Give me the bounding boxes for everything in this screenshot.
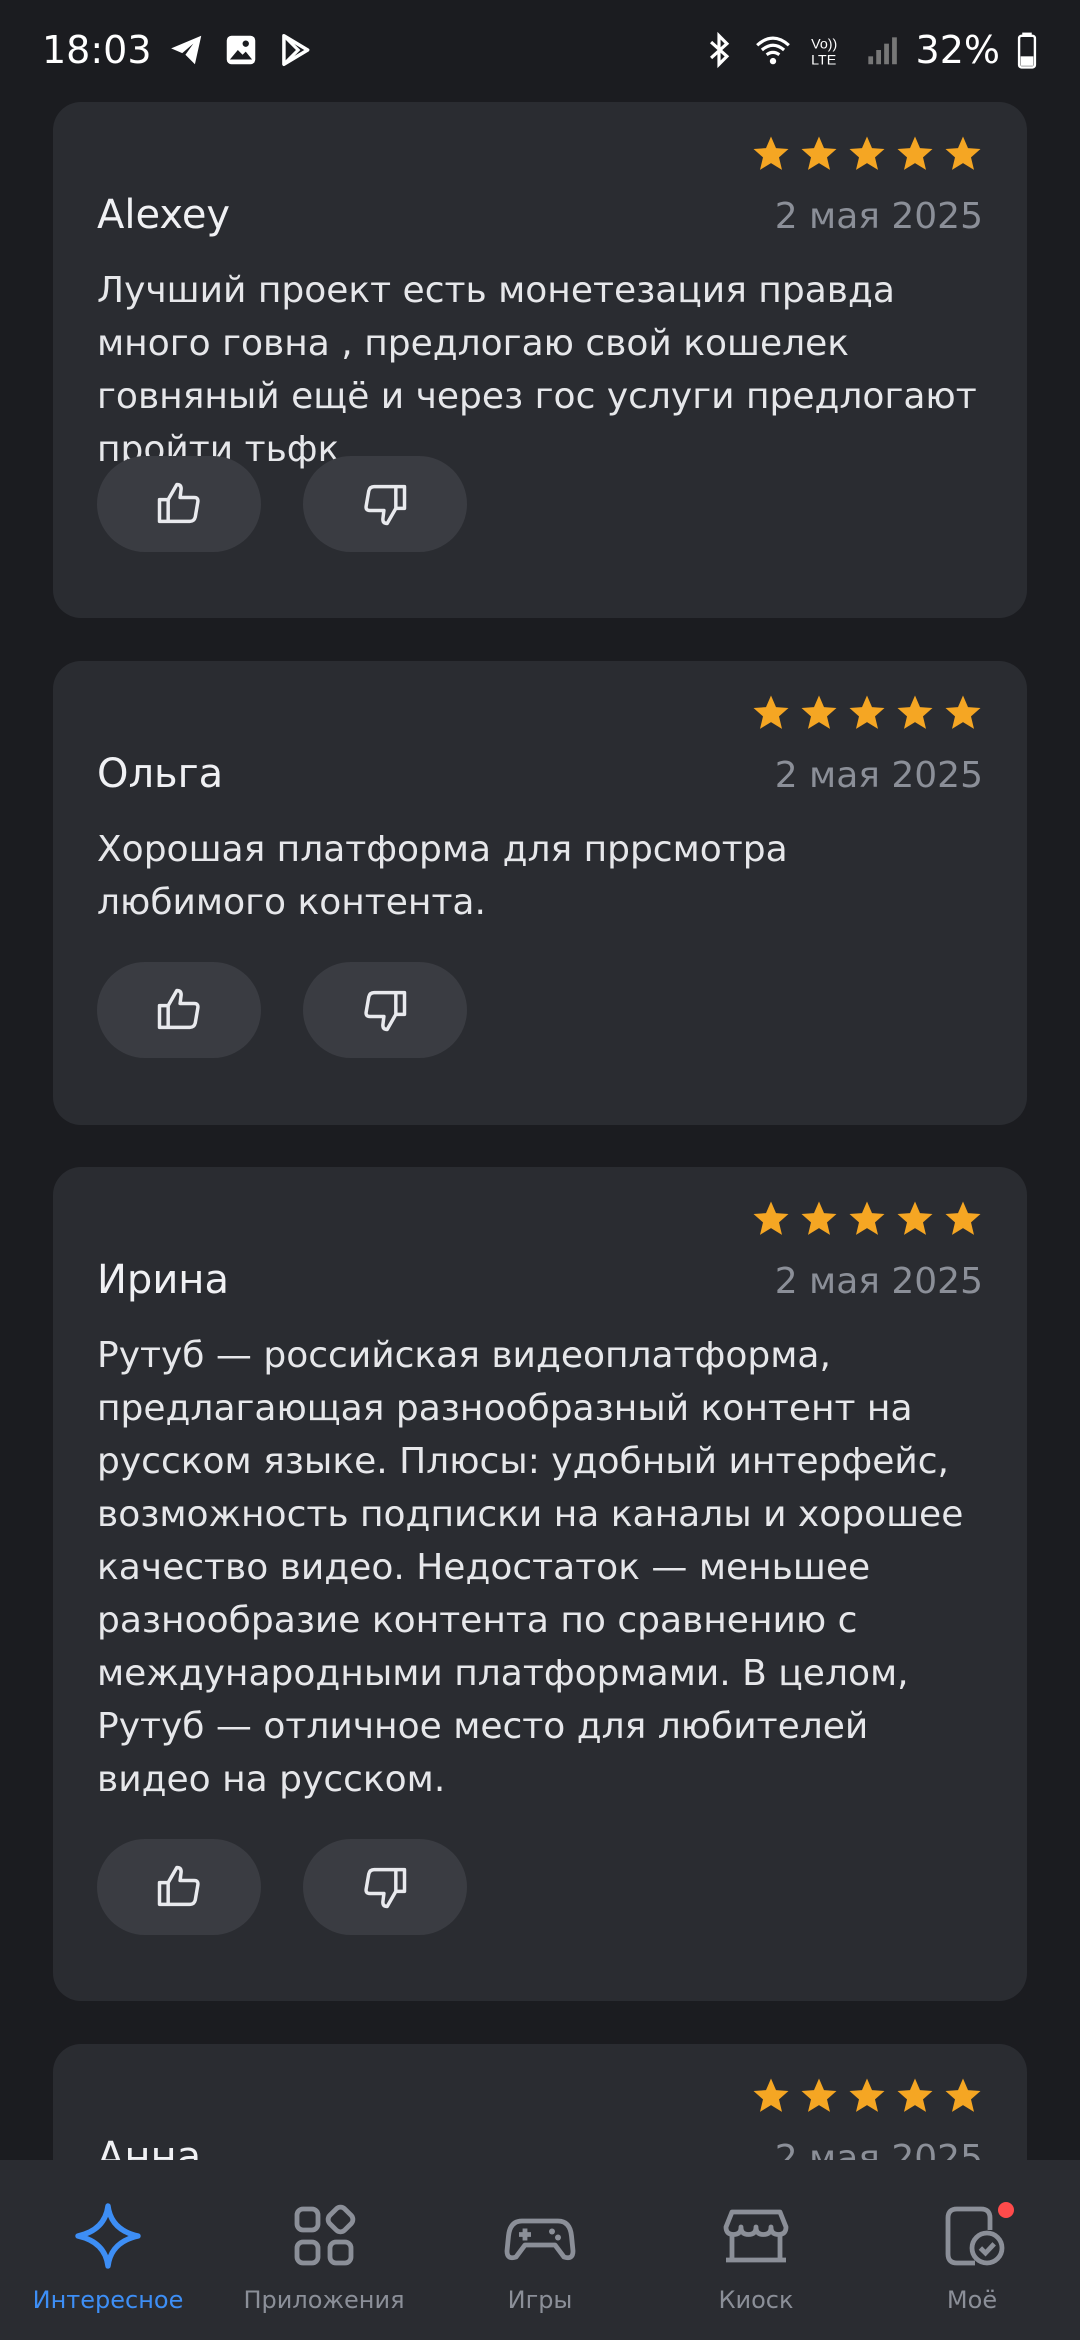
review-text: Рутуб — российская видеоплатформа, предл…: [97, 1335, 964, 1800]
tab-label: Моё: [946, 2286, 998, 2314]
review-card: Ирина 2 мая 2025 Рутуб — российская виде…: [53, 1167, 1027, 2001]
tab-mine[interactable]: Моё: [864, 2160, 1080, 2340]
kiosk-icon: [723, 2209, 789, 2263]
thumbs-down-icon: [364, 1867, 407, 1909]
star-icon: [753, 695, 789, 729]
rating-stars: [751, 134, 983, 174]
vote-row: [97, 962, 467, 1058]
review-card: Alexey 2 мая 2025 Лучший проект есть мон…: [53, 102, 1027, 618]
review-author: Анна: [97, 2134, 202, 2160]
star-icon: [849, 695, 885, 729]
review-date: 2 мая 2025: [774, 755, 983, 796]
tab-label: Игры: [507, 2286, 573, 2314]
battery-icon: [1017, 32, 1037, 69]
thumbs-up-icon: [157, 1865, 200, 1907]
thumbs-down-icon: [364, 484, 407, 526]
star-icon: [849, 1201, 885, 1235]
review-text: Лучший проект есть монетезация правда мн…: [97, 270, 977, 470]
star-icon: [897, 1201, 933, 1235]
review-author: Alexey: [97, 192, 231, 238]
star-icon: [753, 136, 789, 170]
vote-row: [97, 456, 467, 552]
star-icon: [753, 2078, 789, 2112]
star-icon: [849, 136, 885, 170]
wifi-icon: [755, 36, 790, 65]
tab-label: Приложения: [243, 2286, 405, 2314]
star-icon: [945, 695, 981, 729]
telegram-icon: [170, 35, 201, 65]
notification-badge: [998, 2202, 1014, 2218]
star-icon: [945, 2078, 981, 2112]
like-button[interactable]: [97, 962, 261, 1058]
svg-text:Vo)): Vo)): [811, 36, 837, 52]
rating-stars: [751, 1199, 983, 1239]
gamepad-icon: [504, 2218, 576, 2261]
tab-kiosk[interactable]: Киоск: [648, 2160, 864, 2340]
svg-text:LTE: LTE: [811, 52, 836, 68]
signal-icon: [867, 37, 897, 65]
star-icon: [801, 2078, 837, 2112]
play-store-icon: [281, 34, 309, 66]
star-icon: [897, 136, 933, 170]
like-button[interactable]: [97, 456, 261, 552]
bluetooth-icon: [709, 31, 729, 69]
thumbs-down-icon: [364, 990, 407, 1032]
star-icon: [801, 1201, 837, 1235]
dislike-button[interactable]: [303, 456, 467, 552]
star-icon: [753, 1201, 789, 1235]
tab-games[interactable]: Игры: [432, 2160, 648, 2340]
volte-icon: Vo))LTE: [811, 36, 837, 68]
tab-interesting[interactable]: Интересное: [0, 2160, 216, 2340]
apps-grid-icon: [294, 2204, 356, 2266]
review-date: 2 мая 2025: [774, 196, 983, 237]
star-icon: [849, 2078, 885, 2112]
vote-row: [97, 1839, 467, 1935]
tab-apps[interactable]: Приложения: [216, 2160, 432, 2340]
review-author: Ольга: [97, 751, 224, 797]
rating-stars: [751, 2076, 983, 2116]
star-icon: [945, 136, 981, 170]
reviews-feed[interactable]: Alexey 2 мая 2025 Лучший проект есть мон…: [0, 100, 1080, 2160]
tab-label: Интересное: [32, 2286, 184, 2314]
star-icon: [801, 136, 837, 170]
star-icon: [945, 1201, 981, 1235]
bottom-navigation: Интересное Приложения Игры Киоск Моё: [0, 2160, 1080, 2340]
thumbs-up-icon: [157, 482, 200, 524]
review-author: Ирина: [97, 1257, 229, 1303]
status-time: 18:03: [42, 28, 152, 72]
review-date: 2 мая 2025: [774, 2138, 983, 2160]
dislike-button[interactable]: [303, 1839, 467, 1935]
thumbs-up-icon: [157, 988, 200, 1030]
review-card: Ольга 2 мая 2025 Хорошая платформа для п…: [53, 661, 1027, 1125]
sparkle-icon: [75, 2203, 141, 2269]
like-button[interactable]: [97, 1839, 261, 1935]
tab-label: Киоск: [718, 2286, 794, 2314]
star-icon: [801, 695, 837, 729]
review-text: Хорошая платформа для пррсмотра любимого…: [97, 829, 788, 923]
gallery-icon: [226, 35, 255, 65]
status-bar: 18:03 Vo)) LTE 32%: [0, 0, 1080, 100]
rating-stars: [751, 693, 983, 733]
review-card: Анна 2 мая 2025: [53, 2044, 1027, 2160]
review-date: 2 мая 2025: [774, 1261, 983, 1302]
battery-percent: 32%: [915, 28, 1000, 72]
dislike-button[interactable]: [303, 962, 467, 1058]
star-icon: [897, 2078, 933, 2112]
star-icon: [897, 695, 933, 729]
